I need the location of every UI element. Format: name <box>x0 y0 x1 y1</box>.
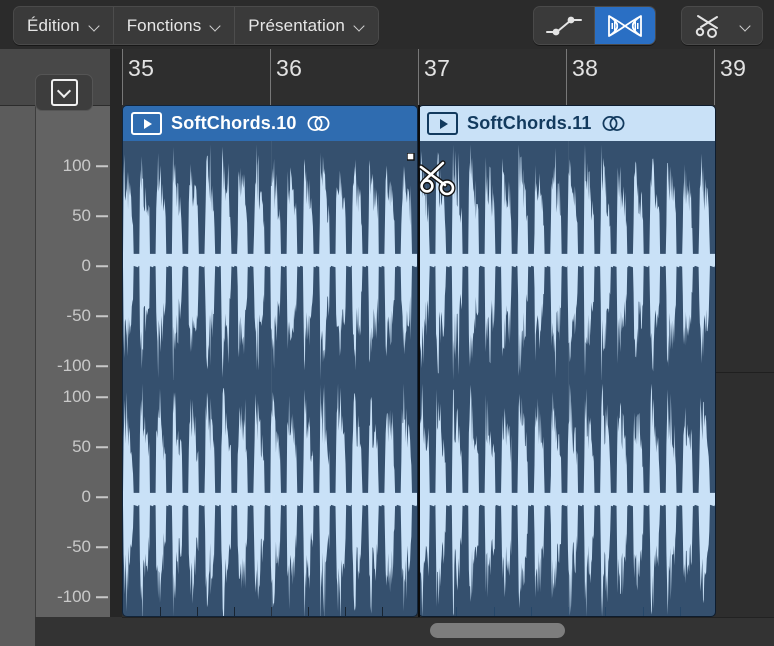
region-header[interactable]: SoftChords.11 <box>419 106 715 141</box>
region-waveform <box>123 141 417 617</box>
chevron-down-boxed-icon <box>51 79 78 106</box>
play-icon <box>427 112 458 135</box>
scale-label: 0 <box>82 256 91 276</box>
zero-amplitude-line <box>123 498 417 500</box>
scale-label: -100 <box>57 587 91 607</box>
region-name: SoftChords.11 <box>467 113 592 134</box>
scale-label: 100 <box>63 156 91 176</box>
track-header-corner <box>0 49 110 106</box>
scale-tick <box>96 265 108 267</box>
scale-label: 0 <box>82 487 91 507</box>
tool-button-group <box>533 6 656 45</box>
scale-label: -100 <box>57 356 91 376</box>
scissors-tool-group <box>681 6 763 45</box>
scale-label: 50 <box>72 437 91 457</box>
scale-tick <box>96 215 108 217</box>
scale-tick <box>96 315 108 317</box>
chevron-down-icon <box>210 20 221 31</box>
scale-label: -50 <box>66 306 91 326</box>
menu-button-presentation[interactable]: Présentation <box>235 7 378 44</box>
ruler-bar-number: 36 <box>276 55 302 82</box>
cut-position-line <box>418 105 420 617</box>
waveform-track-area[interactable]: SoftChords.10 SoftChords.11 <box>122 105 774 617</box>
track-header-strip <box>0 49 35 646</box>
bar-ruler[interactable]: 35 36 37 38 39 <box>122 49 774 106</box>
zero-amplitude-line <box>123 260 417 262</box>
scale-tick <box>96 446 108 448</box>
zero-amplitude-line <box>419 498 715 500</box>
ruler-bar-number: 38 <box>572 55 598 82</box>
chevron-down-icon <box>89 20 100 31</box>
ruler-bar-line <box>122 49 123 105</box>
region-name: SoftChords.10 <box>171 113 297 134</box>
stereo-circles-icon <box>601 115 626 132</box>
scissors-tool-button[interactable] <box>682 7 762 44</box>
scale-tick <box>96 496 108 498</box>
scrollbar-left-pad <box>35 617 122 646</box>
scale-label: 100 <box>63 387 91 407</box>
waveform-channel <box>419 380 715 618</box>
audio-region[interactable]: SoftChords.10 <box>122 105 418 617</box>
scale-tick <box>96 396 108 398</box>
amplitude-scale-column: 100 50 0 -50 -100 100 50 0 -50 -100 <box>35 49 112 617</box>
ruler-bar-line <box>270 49 271 105</box>
stereo-circles-icon <box>306 115 331 132</box>
ruler-bar-line <box>418 49 419 105</box>
menu-label-presentation: Présentation <box>248 16 345 36</box>
menu-button-fonctions[interactable]: Fonctions <box>114 7 236 44</box>
scale-label: -50 <box>66 537 91 557</box>
waveform-channel <box>123 141 417 380</box>
ruler-bar-number: 35 <box>128 55 154 82</box>
menu-label-edition: Édition <box>27 16 80 36</box>
ruler-bar-line <box>714 49 715 105</box>
crossfade-icon <box>606 13 644 39</box>
disclosure-button[interactable] <box>35 74 93 111</box>
chevron-down-icon <box>354 20 365 31</box>
scale-gutter <box>110 49 122 617</box>
region-gridline <box>568 141 569 617</box>
scale-tick <box>96 546 108 548</box>
scrollbar-corner <box>0 617 35 646</box>
automation-curve-tool-button[interactable] <box>534 7 595 44</box>
scale-label: 50 <box>72 206 91 226</box>
scale-tick <box>96 165 108 167</box>
play-icon <box>131 112 162 135</box>
horizontal-scrollbar-thumb[interactable] <box>430 623 565 638</box>
zero-amplitude-line <box>419 260 715 262</box>
scissors-icon <box>693 13 727 39</box>
audio-region[interactable]: SoftChords.11 <box>418 105 716 617</box>
region-header[interactable]: SoftChords.10 <box>123 106 417 141</box>
menu-button-group: Édition Fonctions Présentation <box>13 6 379 45</box>
menu-button-edition[interactable]: Édition <box>14 7 114 44</box>
toolbar: Édition Fonctions Présentation <box>0 0 774 50</box>
region-waveform <box>419 141 715 617</box>
scale-tick <box>96 365 108 367</box>
horizontal-scrollbar[interactable] <box>35 617 774 646</box>
ruler-bar-number: 37 <box>424 55 450 82</box>
ruler-bar-line <box>566 49 567 105</box>
scale-tick <box>96 596 108 598</box>
audio-editor-window: Édition Fonctions Présentation <box>0 0 774 646</box>
waveform-channel <box>419 141 715 380</box>
menu-label-fonctions: Fonctions <box>127 16 202 36</box>
automation-node-icon <box>545 14 583 38</box>
waveform-channel <box>123 380 417 618</box>
chevron-down-icon <box>740 20 751 31</box>
region-gridline <box>271 141 272 617</box>
fade-tool-button[interactable] <box>595 7 655 44</box>
ruler-bar-number: 39 <box>720 55 746 82</box>
